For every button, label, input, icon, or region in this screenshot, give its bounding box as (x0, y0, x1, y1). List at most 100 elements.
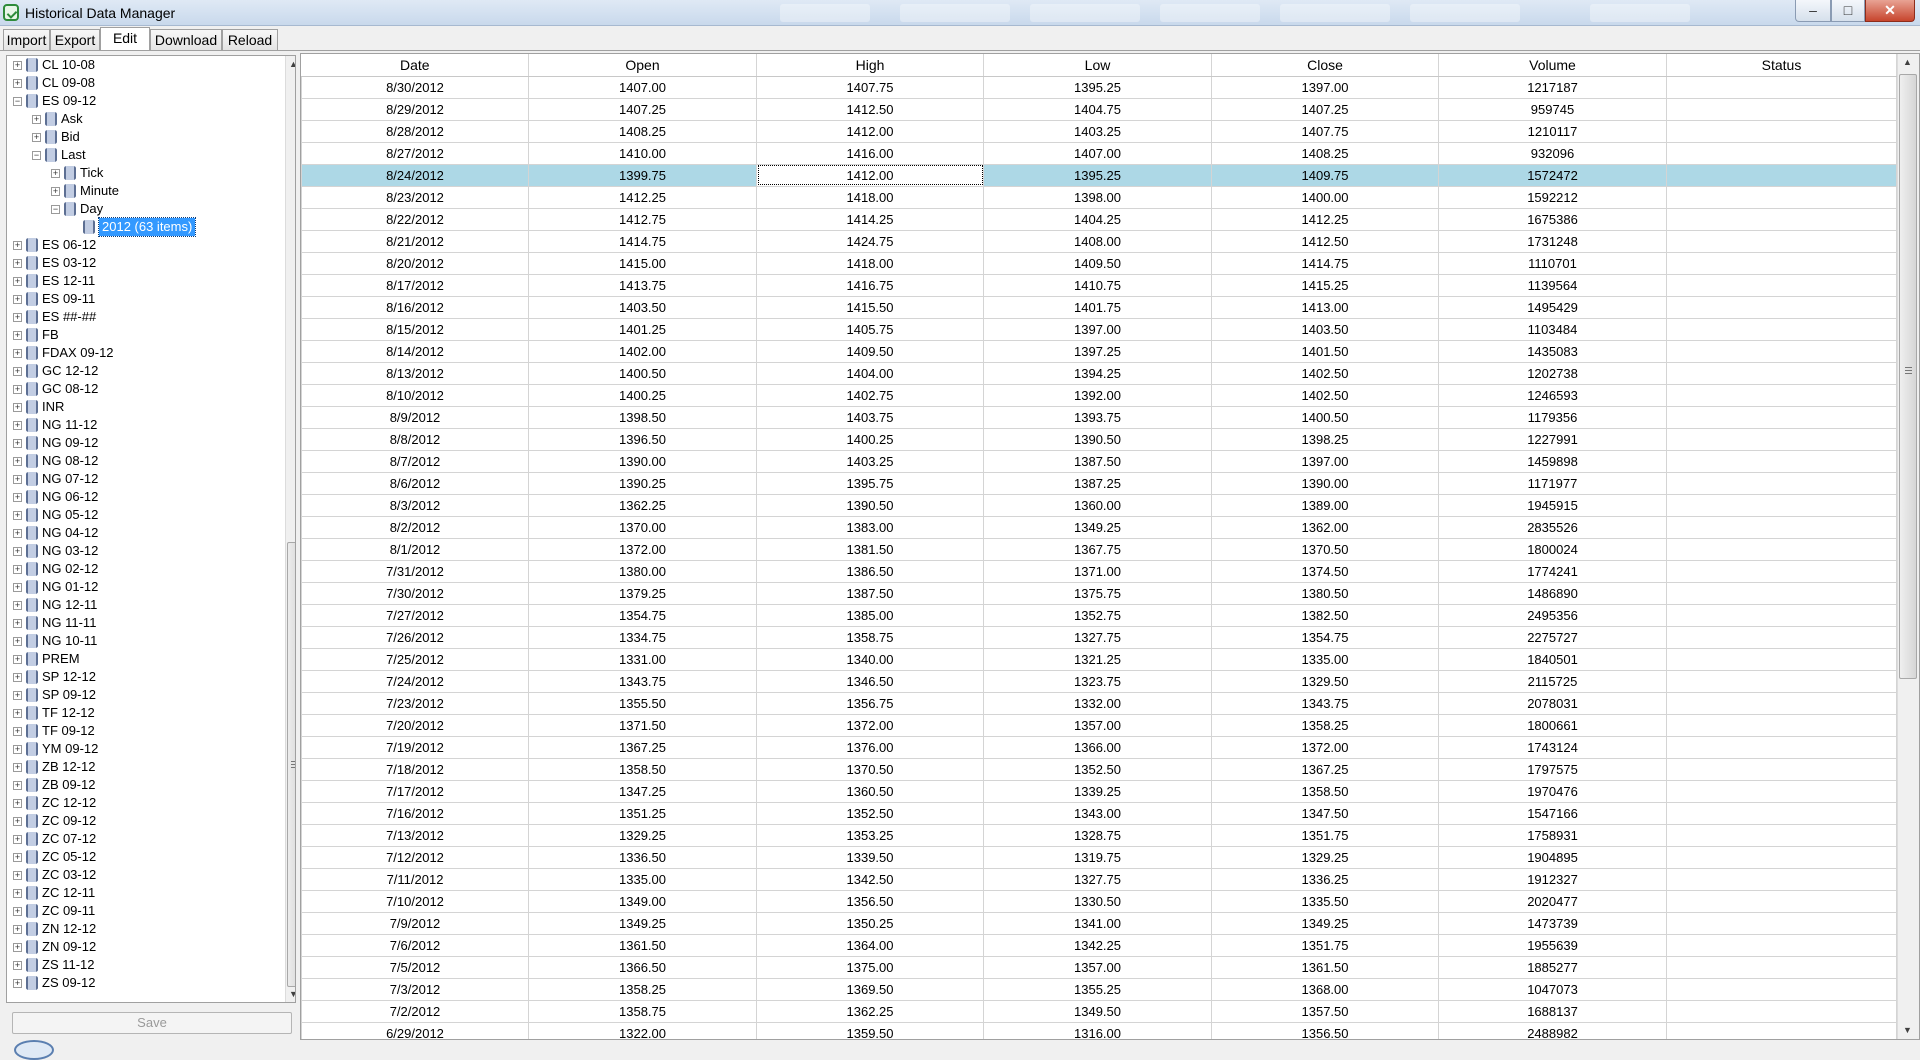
table-cell-high[interactable]: 1358.75 (756, 625, 984, 649)
table-cell-open[interactable]: 1358.25 (528, 977, 757, 1001)
table-cell-close[interactable]: 1413.00 (1211, 295, 1439, 319)
tree-item[interactable]: + CL 09-08 (7, 74, 283, 92)
table-cell-date[interactable]: 7/31/2012 (301, 559, 529, 583)
table-cell-date[interactable]: 8/22/2012 (301, 207, 529, 231)
tree-item[interactable]: + CL 10-08 (7, 56, 283, 74)
table-cell-status[interactable] (1666, 515, 1897, 539)
table-row[interactable]: 8/22/2012 1412.75 1414.25 1404.25 1412.25 167… (301, 207, 1897, 231)
table-cell-open[interactable]: 1379.25 (528, 581, 757, 605)
expand-icon[interactable]: + (13, 637, 22, 646)
tree-item[interactable]: + NG 11-11 (7, 614, 283, 632)
table-cell-status[interactable] (1666, 559, 1897, 583)
tree-item[interactable]: + ZN 09-12 (7, 938, 283, 956)
expand-icon[interactable]: + (13, 961, 22, 970)
expand-icon[interactable]: + (13, 889, 22, 898)
table-cell-volume[interactable]: 1797575 (1438, 757, 1667, 781)
table-cell-volume[interactable]: 1758931 (1438, 823, 1667, 847)
tree-item[interactable]: + NG 03-12 (7, 542, 283, 560)
tree-item[interactable]: + SP 12-12 (7, 668, 283, 686)
table-cell-open[interactable]: 1331.00 (528, 647, 757, 671)
table-cell-close[interactable]: 1335.00 (1211, 647, 1439, 671)
table-cell-open[interactable]: 1371.50 (528, 713, 757, 737)
column-header-status[interactable]: Status (1666, 54, 1897, 77)
tree-item[interactable]: 2012 (63 items) (7, 217, 283, 237)
table-row[interactable]: 8/27/2012 1410.00 1416.00 1407.00 1408.25 932… (301, 141, 1897, 165)
table-cell-status[interactable] (1666, 581, 1897, 605)
table-cell-date[interactable]: 7/19/2012 (301, 735, 529, 759)
table-cell-high[interactable]: 1372.00 (756, 713, 984, 737)
table-cell-date[interactable]: 8/29/2012 (301, 97, 529, 121)
table-cell-open[interactable]: 1372.00 (528, 537, 757, 561)
expand-icon[interactable]: + (13, 475, 22, 484)
table-cell-low[interactable]: 1404.25 (983, 207, 1212, 231)
table-row[interactable]: 7/16/2012 1351.25 1352.50 1343.00 1347.50 154… (301, 801, 1897, 825)
expand-icon[interactable]: + (13, 907, 22, 916)
table-cell-volume[interactable]: 1688137 (1438, 999, 1667, 1023)
table-cell-high[interactable]: 1362.25 (756, 999, 984, 1023)
table-cell-low[interactable]: 1357.00 (983, 713, 1212, 737)
table-cell-open[interactable]: 1334.75 (528, 625, 757, 649)
table-row[interactable]: 8/2/2012 1370.00 1383.00 1349.25 1362.00 2835… (301, 515, 1897, 539)
table-cell-open[interactable]: 1362.25 (528, 493, 757, 517)
tree-item[interactable]: + NG 05-12 (7, 506, 283, 524)
table-cell-status[interactable] (1666, 141, 1897, 165)
table-cell-open[interactable]: 1370.00 (528, 515, 757, 539)
table-cell-volume[interactable]: 1547166 (1438, 801, 1667, 825)
tree-item[interactable]: + ES 06-12 (7, 236, 283, 254)
table-cell-low[interactable]: 1367.75 (983, 537, 1212, 561)
table-row[interactable]: 8/7/2012 1390.00 1403.25 1387.50 1397.00 1459… (301, 449, 1897, 473)
table-cell-open[interactable]: 1415.00 (528, 251, 757, 275)
expand-icon[interactable]: + (13, 979, 22, 988)
expand-icon[interactable]: + (13, 385, 22, 394)
table-cell-volume[interactable]: 1885277 (1438, 955, 1667, 979)
table-cell-open[interactable]: 1413.75 (528, 273, 757, 297)
table-cell-close[interactable]: 1407.75 (1211, 119, 1439, 143)
table-cell-close[interactable]: 1343.75 (1211, 691, 1439, 715)
expand-icon[interactable]: + (13, 727, 22, 736)
table-cell-open[interactable]: 1408.25 (528, 119, 757, 143)
table-cell-close[interactable]: 1351.75 (1211, 933, 1439, 957)
table-cell-high[interactable]: 1415.50 (756, 295, 984, 319)
column-header-low[interactable]: Low (983, 54, 1212, 77)
table-cell-volume[interactable]: 1945915 (1438, 493, 1667, 517)
column-header-high[interactable]: High (756, 54, 984, 77)
tree-item[interactable]: + ZN 12-12 (7, 920, 283, 938)
table-cell-volume[interactable]: 1171977 (1438, 471, 1667, 495)
expand-icon[interactable]: + (13, 493, 22, 502)
table-cell-high[interactable]: 1424.75 (756, 229, 984, 253)
table-cell-open[interactable]: 1398.50 (528, 405, 757, 429)
table-cell-status[interactable] (1666, 801, 1897, 825)
table-cell-date[interactable]: 8/16/2012 (301, 295, 529, 319)
table-cell-high[interactable]: 1405.75 (756, 317, 984, 341)
table-cell-date[interactable]: 8/8/2012 (301, 427, 529, 451)
table-cell-close[interactable]: 1400.50 (1211, 405, 1439, 429)
table-row[interactable]: 7/6/2012 1361.50 1364.00 1342.25 1351.75 1955… (301, 933, 1897, 957)
table-cell-status[interactable] (1666, 603, 1897, 627)
table-row[interactable]: 8/20/2012 1415.00 1418.00 1409.50 1414.75 111… (301, 251, 1897, 275)
tab-import[interactable]: Import (3, 29, 50, 51)
table-cell-status[interactable] (1666, 537, 1897, 561)
expand-icon[interactable]: + (13, 745, 22, 754)
table-cell-low[interactable]: 1409.50 (983, 251, 1212, 275)
table-cell-low[interactable]: 1398.00 (983, 185, 1212, 209)
table-cell-volume[interactable]: 1202738 (1438, 361, 1667, 385)
minimize-button[interactable]: – (1795, 0, 1831, 22)
tree-item[interactable]: + Minute (7, 182, 283, 200)
table-cell-high[interactable]: 1418.00 (756, 251, 984, 275)
table-cell-volume[interactable]: 959745 (1438, 97, 1667, 121)
tree-item[interactable]: + PREM (7, 650, 283, 668)
expand-icon[interactable]: + (13, 277, 22, 286)
table-cell-low[interactable]: 1360.00 (983, 493, 1212, 517)
table-cell-volume[interactable]: 1572472 (1438, 163, 1667, 187)
expand-icon[interactable]: + (13, 853, 22, 862)
tree-item[interactable]: + NG 07-12 (7, 470, 283, 488)
table-row[interactable]: 7/18/2012 1358.50 1370.50 1352.50 1367.25 179… (301, 757, 1897, 781)
table-cell-low[interactable]: 1319.75 (983, 845, 1212, 869)
tree-item[interactable]: + NG 12-11 (7, 596, 283, 614)
tree-item[interactable]: + GC 12-12 (7, 362, 283, 380)
table-cell-close[interactable]: 1329.50 (1211, 669, 1439, 693)
table-cell-high[interactable]: 1356.75 (756, 691, 984, 715)
table-cell-high[interactable]: 1403.25 (756, 449, 984, 473)
table-cell-status[interactable] (1666, 339, 1897, 363)
table-row[interactable]: 7/5/2012 1366.50 1375.00 1357.00 1361.50 1885… (301, 955, 1897, 979)
